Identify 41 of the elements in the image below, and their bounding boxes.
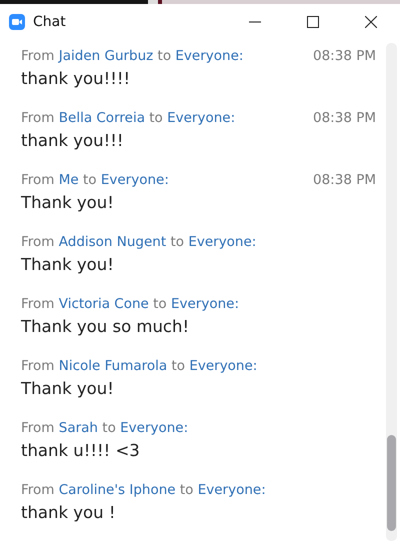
message-text: Thank you so much! (21, 316, 190, 338)
sender-line: From Sarah to Everyone: (21, 419, 188, 438)
sender-line: From Me to Everyone: (21, 171, 169, 190)
message-text: Thank you! (21, 254, 115, 276)
maximize-icon (307, 16, 319, 28)
sender-link[interactable]: Me (58, 172, 79, 188)
message-text: thank you!!! (21, 130, 124, 152)
sender-line: From Bella Correia to Everyone: (21, 109, 236, 128)
scroll-thumb[interactable] (387, 435, 396, 531)
message-time: 08:38 PM (313, 171, 376, 190)
close-icon (365, 16, 377, 28)
message-text: Thank you! (21, 378, 115, 400)
recipient-link[interactable]: Everyone: (100, 172, 169, 188)
message-time: 08:38 PM (313, 109, 376, 128)
video-camera-icon (9, 14, 25, 30)
scrollbar[interactable] (386, 43, 397, 541)
recipient-link[interactable]: Everyone: (167, 110, 236, 126)
sender-link[interactable]: Addison Nugent (58, 234, 166, 250)
sender-link[interactable]: Bella Correia (58, 110, 145, 126)
sender-link[interactable]: Victoria Cone (58, 296, 149, 312)
recipient-link[interactable]: Everyone: (198, 482, 266, 498)
recipient-link[interactable]: Everyone: (189, 358, 258, 374)
sender-line: From Nicole Fumarola to Everyone: (21, 357, 258, 376)
window-title: Chat (33, 12, 66, 32)
message-time: 08:38 PM (313, 47, 376, 66)
sender-link[interactable]: Jaiden Gurbuz (58, 48, 154, 64)
recipient-link[interactable]: Everyone: (120, 420, 188, 436)
message-text: thank u!!!! <3 (21, 440, 141, 462)
sender-line: From Caroline's Iphone to Everyone: (21, 481, 266, 500)
message-text: thank you ! (21, 502, 116, 524)
message-text: thank you!!!! (21, 68, 132, 90)
recipient-link[interactable]: Everyone: (170, 296, 240, 312)
sender-link[interactable]: Sarah (58, 420, 98, 436)
sender-line: From Addison Nugent to Everyone: (21, 233, 256, 252)
sender-link[interactable]: Caroline's Iphone (58, 482, 176, 498)
message-text: Thank you! (21, 192, 115, 214)
sender-link[interactable]: Nicole Fumarola (58, 358, 168, 374)
sender-line: From Victoria Cone to Everyone: (21, 295, 240, 314)
sender-line: From Jaiden Gurbuz to Everyone: (21, 47, 244, 66)
recipient-link[interactable]: Everyone: (175, 48, 244, 64)
recipient-link[interactable]: Everyone: (188, 234, 256, 250)
